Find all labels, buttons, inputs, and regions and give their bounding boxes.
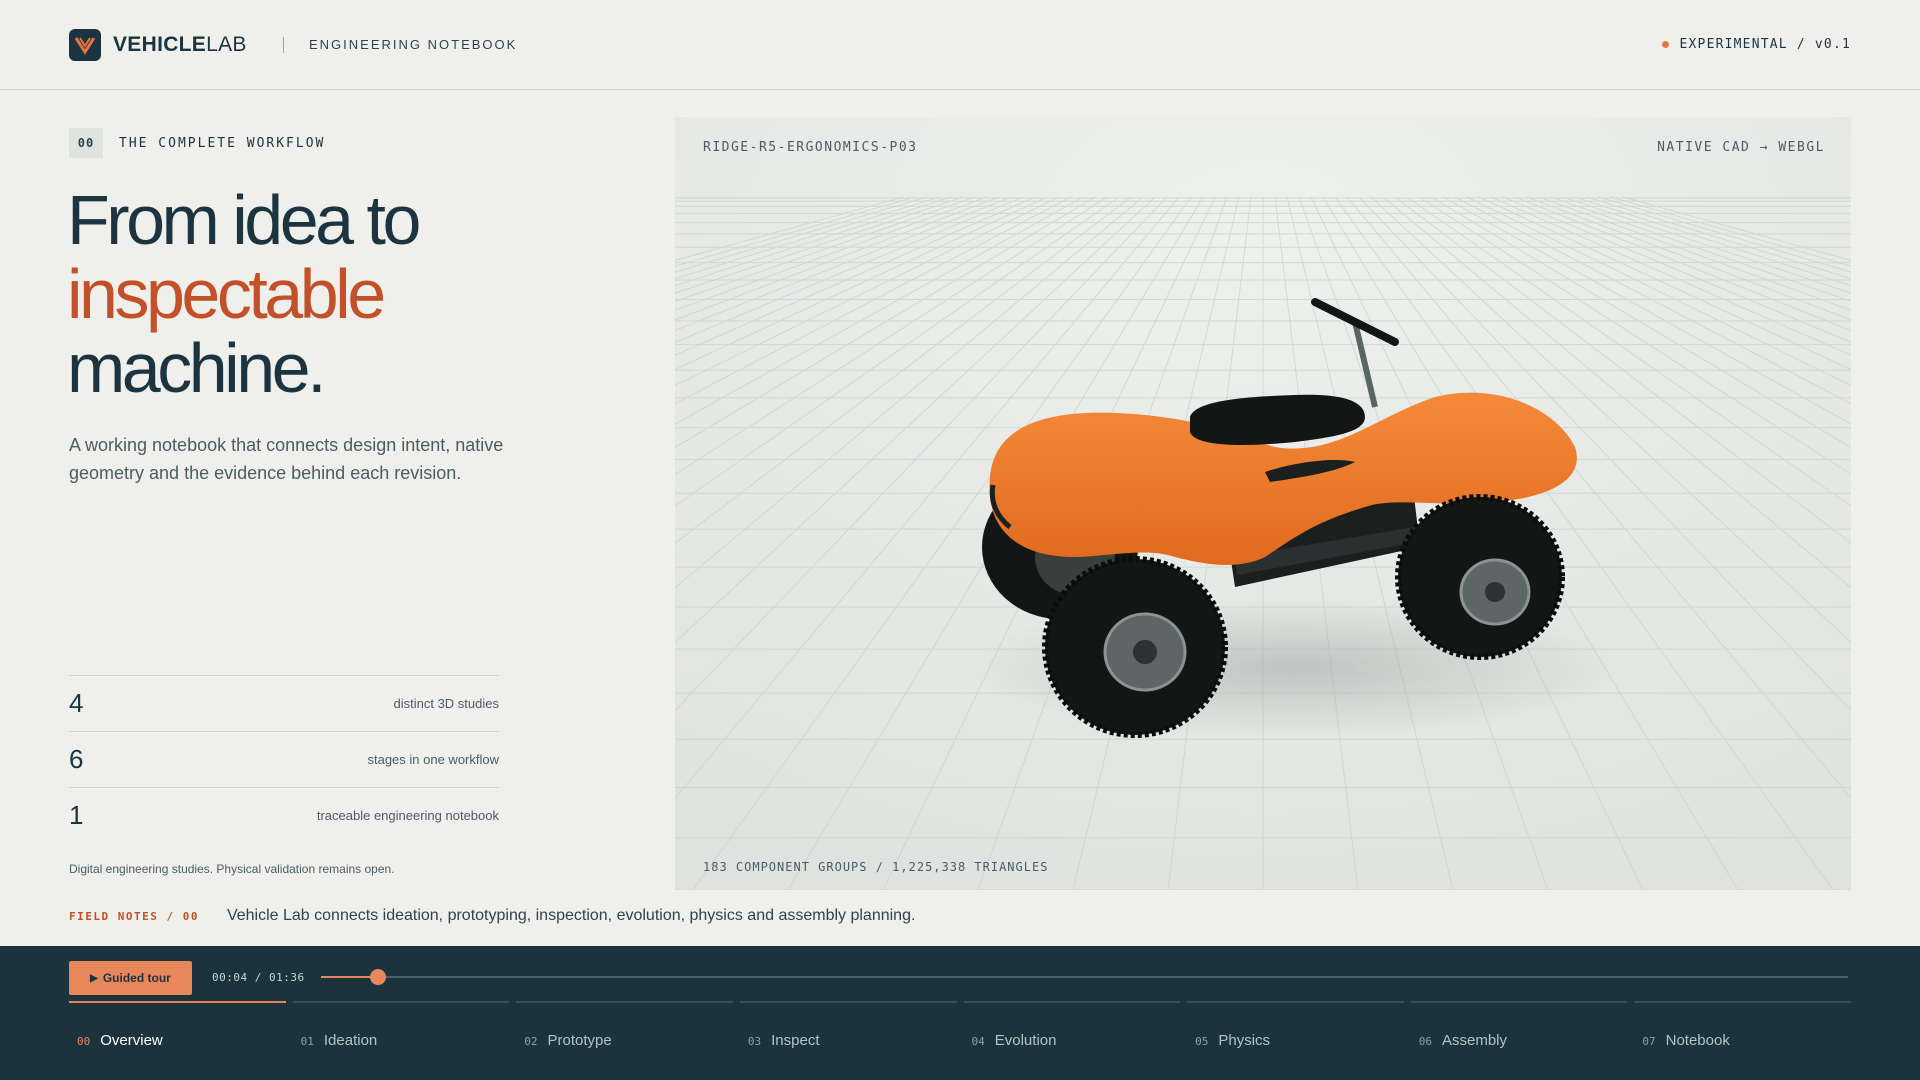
status-dot-icon bbox=[1662, 41, 1670, 48]
stat-label: distinct 3D studies bbox=[393, 696, 500, 711]
viewer-scene[interactable] bbox=[675, 117, 1851, 890]
stat-value: 4 bbox=[69, 688, 84, 718]
brand-logo[interactable]: VEHICLELAB bbox=[69, 29, 247, 61]
model-id-label: RIDGE-R5-ERGONOMICS-P03 bbox=[703, 140, 918, 155]
top-header: VEHICLELAB ENGINEERING NOTEBOOK EXPERIME… bbox=[0, 0, 1920, 90]
chapter-list: 00 Overview 01 Ideation 02 Prototype 03 Insp… bbox=[69, 1001, 1851, 1080]
chapter-label: Prototype bbox=[547, 1032, 612, 1049]
guided-tour-button[interactable]: ▶ Guided tour bbox=[69, 961, 192, 995]
hero-headline: From idea to inspectable machine. bbox=[67, 181, 421, 407]
stat-label: stages in one workflow bbox=[367, 752, 499, 767]
stat-row: 1 traceable engineering notebook bbox=[69, 787, 499, 843]
stat-row: 6 stages in one workflow bbox=[69, 731, 499, 787]
wheel-front-near bbox=[1042, 556, 1228, 738]
playback-time: 00:04 / 01:36 bbox=[212, 971, 305, 984]
chapter-tab-notebook[interactable]: 07 Notebook bbox=[1634, 1001, 1851, 1080]
play-icon: ▶ bbox=[90, 972, 98, 984]
field-notes-text: Vehicle Lab connects ideation, prototypi… bbox=[226, 907, 916, 924]
hero-line-accent: inspectable bbox=[67, 255, 386, 333]
header-divider bbox=[283, 37, 284, 53]
section-label: THE COMPLETE WORKFLOW bbox=[119, 135, 326, 151]
brand-wordmark: VEHICLELAB bbox=[113, 33, 247, 56]
hero-line-1: From idea to bbox=[67, 181, 421, 259]
wheel-rear-near bbox=[1395, 494, 1565, 660]
tour-player-bar: ▶ Guided tour 00:04 / 01:36 00 Overview 0… bbox=[0, 946, 1920, 1080]
chapter-tab-evolution[interactable]: 04 Evolution bbox=[963, 1001, 1181, 1080]
chapter-label: Notebook bbox=[1665, 1032, 1730, 1049]
section-tag: 00 THE COMPLETE WORKFLOW bbox=[69, 128, 325, 158]
stat-row: 4 distinct 3D studies bbox=[69, 675, 499, 731]
model-viewer[interactable]: RIDGE-R5-ERGONOMICS-P03 NATIVE CAD → WEB… bbox=[675, 117, 1851, 890]
hero-line-3: machine. bbox=[67, 329, 327, 407]
chapter-tab-ideation[interactable]: 01 Ideation bbox=[292, 1001, 510, 1080]
notebook-title: ENGINEERING NOTEBOOK bbox=[309, 37, 518, 52]
chapter-label: Evolution bbox=[994, 1032, 1057, 1049]
chapter-tab-overview[interactable]: 00 Overview bbox=[69, 1001, 286, 1080]
chapter-label: Physics bbox=[1218, 1032, 1271, 1049]
chapter-tab-physics[interactable]: 05 Physics bbox=[1187, 1001, 1404, 1080]
vehicle-lab-logo-icon bbox=[69, 29, 101, 61]
version-status: EXPERIMENTAL / v0.1 bbox=[1662, 37, 1851, 52]
validation-disclaimer: Digital engineering studies. Physical va… bbox=[69, 862, 395, 876]
chapter-label: Assembly bbox=[1442, 1032, 1508, 1049]
mesh-stats-label: 183 COMPONENT GROUPS / 1,225,338 TRIANGL… bbox=[703, 860, 1049, 874]
stat-value: 1 bbox=[69, 800, 84, 830]
status-label: EXPERIMENTAL / v0.1 bbox=[1679, 37, 1851, 52]
chapter-label: Inspect bbox=[771, 1032, 820, 1049]
progress-track[interactable] bbox=[321, 969, 1848, 985]
pipeline-label: NATIVE CAD → WEBGL bbox=[1657, 140, 1825, 155]
guided-tour-label: Guided tour bbox=[102, 971, 171, 985]
field-notes-tag: FIELD NOTES / 00 bbox=[69, 909, 199, 923]
stats-list: 4 distinct 3D studies 6 stages in one wo… bbox=[69, 675, 499, 843]
field-notes: FIELD NOTES / 00 Vehicle Lab connects id… bbox=[69, 907, 915, 925]
section-number: 00 bbox=[69, 128, 103, 158]
hero-lead: A working notebook that connects design … bbox=[69, 435, 504, 483]
chapter-label: Overview bbox=[100, 1032, 163, 1049]
chapter-tab-prototype[interactable]: 02 Prototype bbox=[516, 1001, 733, 1080]
chapter-tab-inspect[interactable]: 03 Inspect bbox=[739, 1001, 957, 1080]
chapter-label: Ideation bbox=[323, 1032, 378, 1049]
stat-label: traceable engineering notebook bbox=[316, 808, 499, 823]
stat-value: 6 bbox=[69, 744, 84, 774]
progress-handle[interactable] bbox=[370, 969, 387, 985]
chapter-tab-assembly[interactable]: 06 Assembly bbox=[1410, 1001, 1628, 1080]
